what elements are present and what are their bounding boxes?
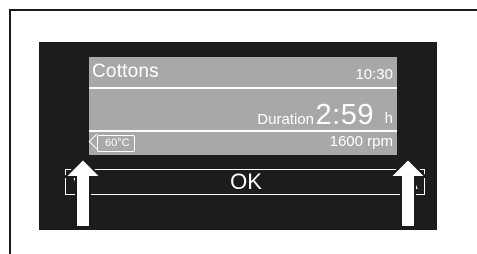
duration-value: 2:59	[315, 99, 374, 131]
temperature-tag: 60°C	[97, 135, 135, 152]
pointer-arrow-up-icon	[63, 157, 103, 228]
program-name: Cottons	[92, 61, 159, 82]
button-bar: OK	[65, 169, 425, 195]
display-divider	[89, 130, 397, 132]
display-screen: Cottons 10:30 Duration 2:59 h 60°C 1600 …	[88, 57, 397, 155]
duration-unit: h	[384, 110, 393, 127]
pointer-arrow-up-icon	[388, 157, 428, 228]
illustration-frame-left	[9, 9, 11, 254]
spin-speed: 1600 rpm	[329, 133, 393, 150]
duration-label: Duration	[257, 111, 314, 128]
illustration-frame-top	[9, 9, 477, 11]
clock-time: 10:30	[355, 66, 393, 83]
ok-button[interactable]: OK	[206, 170, 286, 194]
display-divider	[89, 87, 397, 89]
